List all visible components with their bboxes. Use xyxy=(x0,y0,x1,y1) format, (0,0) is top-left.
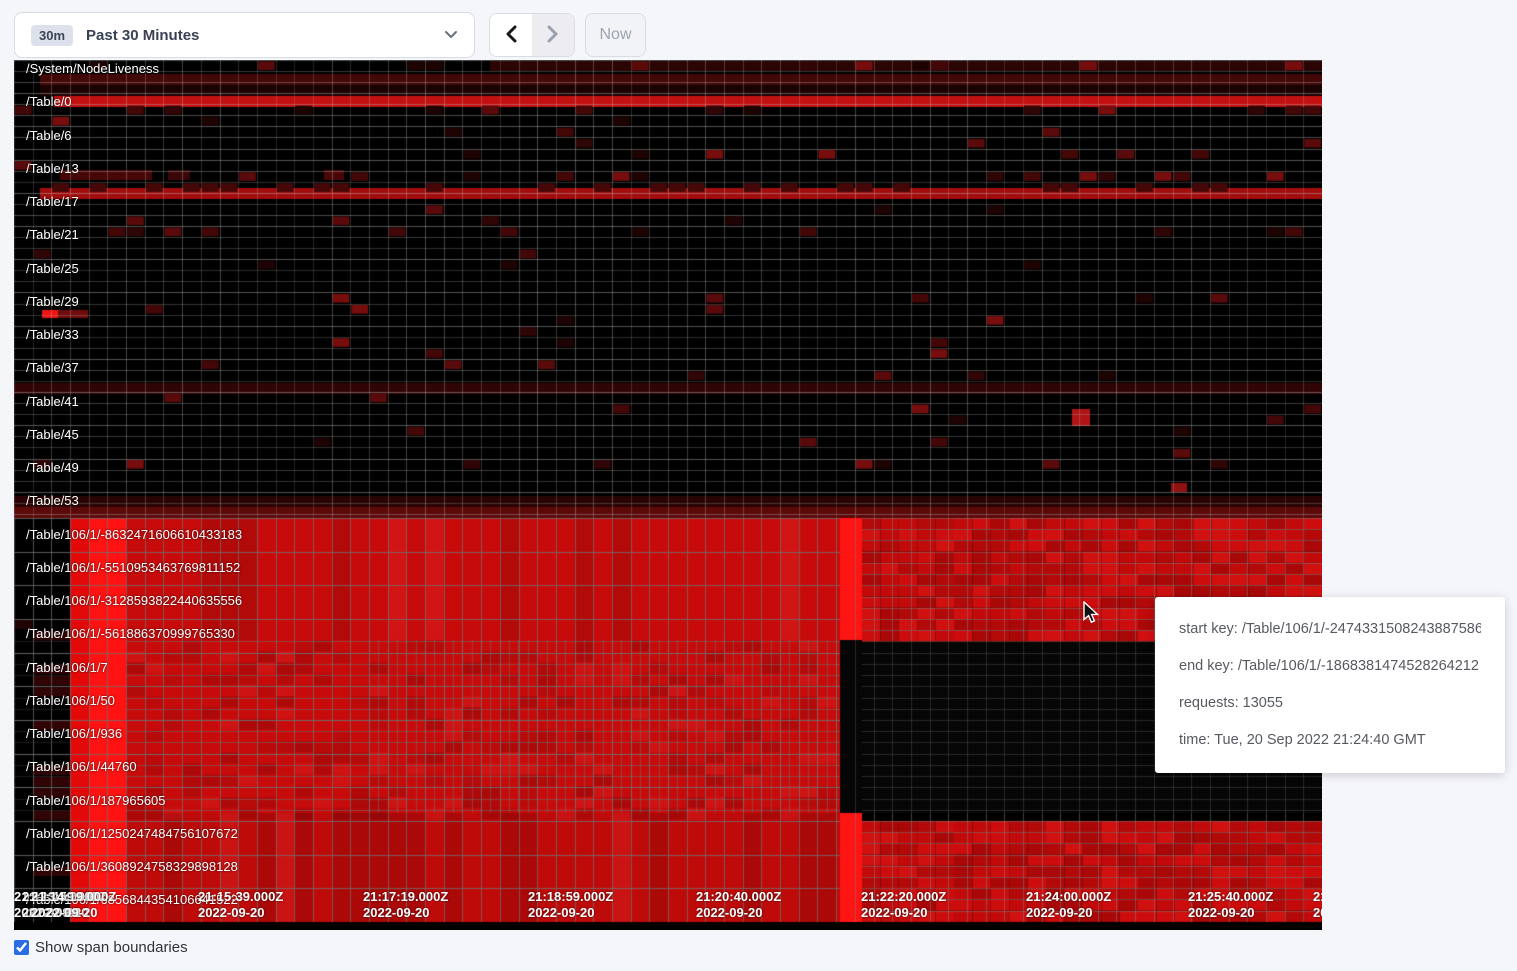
toolbar: 30m Past 30 Minutes Now xyxy=(0,0,1517,60)
time-range-badge: 30m xyxy=(31,25,73,46)
tooltip-start-key: start key: /Table/106/1/-247433150824388… xyxy=(1179,611,1481,648)
footer: Show span boundaries xyxy=(14,939,188,956)
next-time-button[interactable] xyxy=(532,14,574,56)
prev-time-button[interactable] xyxy=(490,14,532,56)
chevron-right-icon xyxy=(547,25,559,46)
show-span-boundaries-label[interactable]: Show span boundaries xyxy=(35,939,188,956)
chevron-down-icon xyxy=(444,26,458,44)
time-range-label: Past 30 Minutes xyxy=(86,27,444,44)
tooltip-end-key: end key: /Table/106/1/-18683814745282642… xyxy=(1179,648,1481,685)
tooltip-requests: requests: 13055 xyxy=(1179,685,1481,722)
now-button[interactable]: Now xyxy=(585,13,646,57)
heatmap-canvas[interactable] xyxy=(14,60,1322,930)
chevron-left-icon xyxy=(505,25,517,46)
time-nav-group xyxy=(489,13,575,57)
time-range-dropdown[interactable]: 30m Past 30 Minutes xyxy=(14,12,475,58)
hover-tooltip: start key: /Table/106/1/-247433150824388… xyxy=(1155,597,1505,773)
show-span-boundaries-checkbox[interactable] xyxy=(14,940,29,955)
tooltip-time: time: Tue, 20 Sep 2022 21:24:40 GMT xyxy=(1179,722,1481,759)
key-visualizer: /System/NodeLiveness/Table/0/Table/6/Tab… xyxy=(14,60,1322,930)
